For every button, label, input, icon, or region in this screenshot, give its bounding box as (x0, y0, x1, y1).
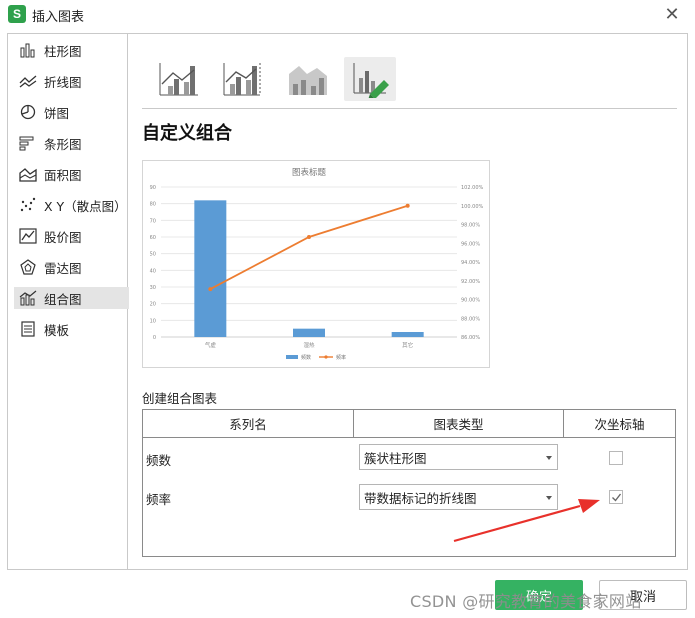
column-header-secondary-axis: 次坐标轴 (564, 410, 675, 438)
sidebar-item-combo[interactable]: 组合图 (14, 287, 129, 309)
secondary-axis-checkbox-frequency-count[interactable] (609, 451, 623, 465)
chart-category-sidebar: 柱形图 折线图 饼图 条形图 面积图 X Y（散点图） 股价图 雷达图 组合图 … (8, 34, 129, 569)
y-tick-label: 70 (150, 218, 156, 224)
series-name-frequency-rate: 频率 (146, 492, 172, 507)
sidebar-item-label: 饼图 (44, 105, 70, 121)
bar (194, 200, 227, 337)
bar (391, 332, 424, 337)
secondary-axis-checkbox-frequency-rate[interactable] (609, 490, 623, 504)
horizontal-bar-chart-icon (18, 134, 38, 152)
sidebar-item-stock[interactable]: 股价图 (14, 225, 129, 247)
sidebar-item-column[interactable]: 柱形图 (14, 39, 129, 61)
combo-area-column-icon (289, 66, 327, 95)
line-chart-icon (18, 72, 38, 90)
sidebar-item-pie[interactable]: 饼图 (14, 101, 129, 123)
sidebar-item-label: 雷达图 (44, 260, 82, 276)
sidebar-item-label: 面积图 (44, 167, 82, 183)
x-tick-label: 气虚 (205, 341, 217, 349)
chart-preview: 图表标题 0 10 20 30 40 50 60 70 80 90 86.00% 88.00% 90.00… (142, 160, 490, 368)
legend-label: 频率 (336, 354, 346, 361)
line-point (208, 287, 213, 292)
annotation-arrow (453, 499, 600, 543)
y-tick-label: 60 (150, 235, 156, 241)
section-heading: 自定义组合 (142, 123, 232, 144)
combo-clustered-column-line-button[interactable] (152, 57, 204, 101)
y2-tick-label: 98.00% (461, 223, 480, 229)
title-bar (0, 0, 695, 30)
legend-swatch-marker (324, 355, 328, 359)
bar (293, 328, 325, 337)
sidebar-item-label: 股价图 (44, 229, 82, 245)
y-tick-label: 30 (150, 285, 156, 291)
y-tick-label: 0 (153, 335, 156, 341)
combo-area-column-button[interactable] (281, 57, 333, 101)
sidebar-item-label: 组合图 (44, 291, 82, 307)
chevron-down-icon (546, 456, 552, 460)
y-tick-label: 10 (150, 318, 156, 324)
line-point (405, 203, 410, 208)
x-tick-label: 湿热 (303, 341, 315, 349)
column-header-chart-type: 图表类型 (354, 410, 564, 438)
custom-combo-icon (353, 63, 389, 98)
y2-tick-label: 100.00% (461, 204, 483, 210)
combo-clustered-column-line-icon (159, 63, 198, 96)
chart-type-select-frequency-count[interactable]: 簇状柱形图 (359, 444, 558, 470)
sidebar-item-label: 条形图 (44, 136, 82, 152)
sidebar-item-area[interactable]: 面积图 (14, 163, 129, 185)
radar-chart-icon (18, 258, 38, 276)
sidebar-item-label: 模板 (44, 322, 70, 338)
y2-tick-label: 102.00% (461, 185, 483, 191)
line-point (307, 234, 311, 239)
chart-title: 图表标题 (292, 167, 327, 178)
legend-swatch-bar (286, 355, 298, 359)
y2-tick-label: 96.00% (461, 241, 480, 247)
stock-chart-icon (18, 227, 38, 245)
sidebar-item-radar[interactable]: 雷达图 (14, 256, 129, 278)
combo-section-label: 创建组合图表 (142, 391, 218, 406)
sidebar-item-label: 折线图 (44, 74, 82, 90)
y2-tick-label: 90.00% (461, 298, 480, 304)
sidebar-item-template[interactable]: 模板 (14, 318, 129, 340)
window-title: 插入图表 (32, 10, 85, 25)
combo-chart-preview: 图表标题 0 10 20 30 40 50 60 70 80 90 86.00% 88.00% 90.00… (150, 167, 484, 361)
series-line (209, 204, 408, 290)
sidebar-item-scatter[interactable]: X Y（散点图） (14, 194, 129, 216)
close-icon[interactable]: ✕ (660, 2, 684, 26)
custom-combo-button[interactable] (344, 57, 396, 101)
select-value: 簇状柱形图 (364, 450, 427, 466)
y2-tick-label: 88.00% (461, 316, 480, 322)
template-icon (18, 320, 38, 338)
combo-column-line-secondary-axis-icon (223, 63, 261, 96)
bar-chart-icon (18, 41, 38, 59)
app-logo-icon: S (8, 5, 26, 23)
sidebar-item-bar[interactable]: 条形图 (14, 132, 129, 154)
divider (142, 108, 677, 109)
legend-label: 频数 (301, 354, 311, 361)
checkmark-icon (611, 493, 621, 502)
watermark: CSDN @研究教育的美食家网站 (410, 592, 642, 611)
y2-tick-label: 86.00% (461, 335, 480, 341)
sidebar-item-line[interactable]: 折线图 (14, 70, 129, 92)
combo-chart-icon (18, 289, 38, 307)
y2-tick-label: 92.00% (461, 279, 480, 285)
y2-tick-label: 94.00% (461, 260, 480, 266)
sidebar-item-label: 柱形图 (44, 43, 82, 59)
y-tick-label: 20 (150, 302, 156, 308)
series-name-frequency-count: 频数 (146, 453, 172, 468)
column-header-series-name: 系列名 (143, 410, 354, 438)
area-chart-icon (18, 165, 38, 183)
sidebar-item-label: X Y（散点图） (44, 198, 127, 214)
y-tick-label: 90 (150, 185, 156, 191)
y-tick-label: 40 (150, 268, 156, 274)
y-tick-label: 50 (150, 252, 156, 258)
scatter-chart-icon (18, 196, 38, 214)
x-tick-label: 其它 (402, 341, 413, 349)
y-tick-label: 80 (150, 202, 156, 208)
pie-chart-icon (18, 103, 38, 121)
combo-column-line-secondary-axis-button[interactable] (216, 57, 268, 101)
